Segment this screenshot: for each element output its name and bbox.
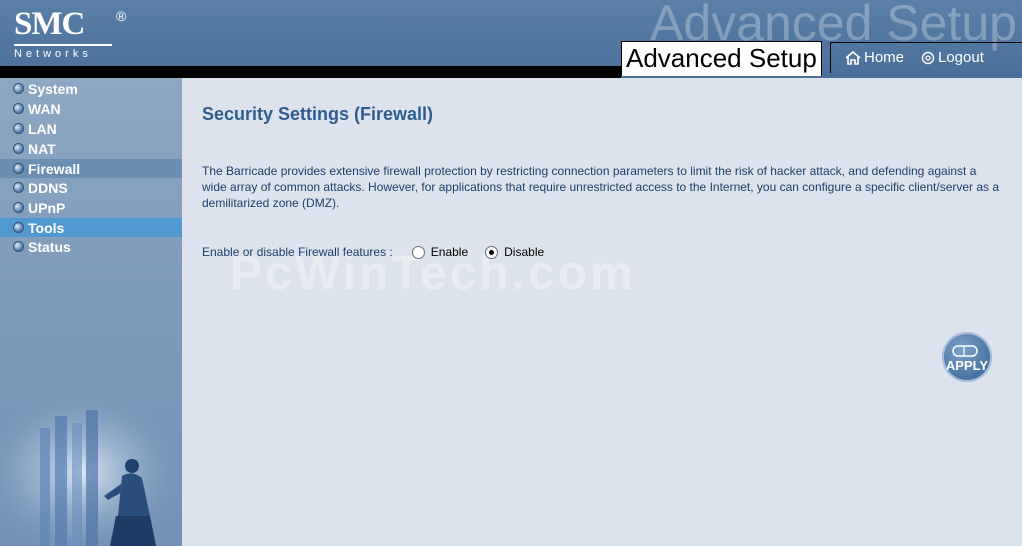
sidebar-item-label: Status <box>28 238 71 255</box>
logout-button[interactable]: Logout <box>921 49 984 66</box>
sidebar-item-upnp[interactable]: UPnP <box>0 198 182 217</box>
enable-radio[interactable] <box>411 245 425 259</box>
smc-logo: SMC ® Networks <box>14 6 127 62</box>
bullet-icon <box>13 182 24 193</box>
sidebar-item-firewall[interactable]: Firewall <box>0 159 182 178</box>
bullet-icon <box>13 202 24 213</box>
page-title: Security Settings (Firewall) <box>202 104 434 124</box>
sidebar-item-tools[interactable]: Tools <box>0 218 182 237</box>
disable-label: Disable <box>504 245 545 259</box>
firewall-toggle-label: Enable or disable Firewall features : <box>202 245 393 259</box>
sidebar-item-nat[interactable]: NAT <box>0 139 182 158</box>
apply-button[interactable]: APPLY <box>942 332 992 382</box>
home-button[interactable]: Home <box>845 49 904 66</box>
bullet-icon <box>13 222 24 233</box>
sidebar-item-label: Firewall <box>28 160 81 177</box>
sidebar-item-system[interactable]: System <box>0 79 182 98</box>
sidebar-item-label: WAN <box>28 100 61 117</box>
disable-radio[interactable] <box>485 245 499 259</box>
sidebar-item-wan[interactable]: WAN <box>0 99 182 118</box>
enable-option[interactable]: Enable <box>411 245 469 259</box>
header: Advanced Setup SMC ® Networks Advanced S… <box>0 0 1022 78</box>
sidebar-item-ddns[interactable]: DDNS <box>0 178 182 197</box>
sidebar-item-lan[interactable]: LAN <box>0 119 182 138</box>
page-section-title: Advanced Setup <box>621 41 822 76</box>
bullet-icon <box>13 241 24 252</box>
sidebar-item-label: Tools <box>28 219 65 236</box>
logo-subtitle: Networks <box>14 48 92 60</box>
bullet-icon <box>13 163 24 174</box>
sidebar-item-label: System <box>28 80 78 97</box>
firewall-toggle-row: Enable or disable Firewall features : En… <box>202 245 544 259</box>
logo-text: SMC <box>14 6 85 42</box>
sidebar-item-label: UPnP <box>28 199 66 216</box>
bullet-icon <box>13 83 24 94</box>
sidebar: System WAN LAN NAT Firewall DDNS UPnP To… <box>0 78 182 546</box>
sidebar-item-status[interactable]: Status <box>0 237 182 256</box>
sidebar-decorative-illustration <box>0 398 182 546</box>
sidebar-item-label: LAN <box>28 120 57 137</box>
bullet-icon <box>13 103 24 114</box>
bullet-icon <box>13 123 24 134</box>
apply-label: APPLY <box>945 358 989 373</box>
header-black-bar <box>0 66 621 78</box>
home-label: Home <box>864 49 905 66</box>
logo-registered-mark: ® <box>116 8 127 24</box>
disable-option[interactable]: Disable <box>485 245 544 259</box>
power-icon <box>921 51 935 64</box>
radio-selected-dot <box>489 249 495 255</box>
home-icon <box>845 50 861 65</box>
main-content: Security Settings (Firewall) The Barrica… <box>182 78 1022 546</box>
logout-label: Logout <box>938 49 984 66</box>
logo-divider <box>14 44 112 46</box>
bullet-icon <box>13 143 24 154</box>
sidebar-item-label: DDNS <box>28 179 68 196</box>
top-navigation: Home Logout <box>830 42 1022 73</box>
sidebar-item-label: NAT <box>28 140 56 157</box>
firewall-description: The Barricade provides extensive firewal… <box>202 164 1000 210</box>
enable-label: Enable <box>430 245 469 259</box>
